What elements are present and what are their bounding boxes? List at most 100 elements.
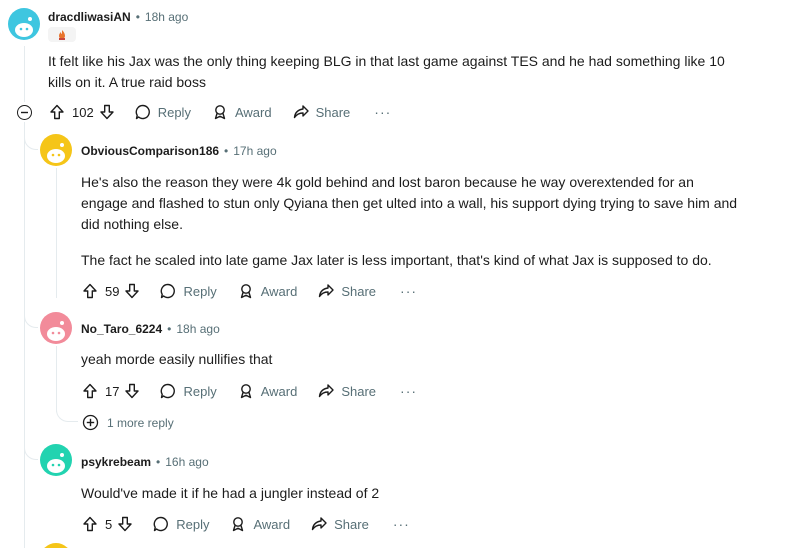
thread-line-level2b[interactable] xyxy=(56,346,57,412)
award-ribbon-icon xyxy=(233,517,244,532)
share-label: Share xyxy=(315,104,351,120)
award-button[interactable]: Award xyxy=(237,282,298,300)
share-arrow-icon xyxy=(311,517,327,531)
reply-label: Reply xyxy=(176,516,210,532)
more-replies-label: 1 more reply xyxy=(107,415,174,430)
more-replies-button[interactable]: 1 more reply xyxy=(82,414,174,431)
separator-dot: • xyxy=(167,322,172,336)
share-button[interactable]: Share xyxy=(317,282,376,300)
snoo-avatar-icon xyxy=(47,321,65,341)
timestamp[interactable]: 17h ago xyxy=(233,144,276,158)
username[interactable]: ObviousComparison186 xyxy=(81,144,219,158)
award-button[interactable]: Award xyxy=(229,515,290,533)
thread-line-root[interactable] xyxy=(24,46,25,102)
comment-body: It felt like his Jax was the only thing … xyxy=(48,53,725,90)
share-button[interactable]: Share xyxy=(310,515,369,533)
reply-label: Reply xyxy=(157,104,191,120)
share-button[interactable]: Share xyxy=(292,103,351,121)
upvote-arrow-icon xyxy=(83,516,97,532)
upvote-arrow-icon xyxy=(83,283,97,299)
comment-meta: No_Taro_6224 • 18h ago xyxy=(81,322,220,336)
award-label: Award xyxy=(253,516,291,532)
reply-label: Reply xyxy=(183,283,217,299)
award-label: Award xyxy=(260,383,298,399)
comment-body: yeah morde easily nullifies that xyxy=(81,351,273,367)
reply-bubble-icon xyxy=(135,104,150,120)
award-label: Award xyxy=(260,283,298,299)
flame-flair-icon xyxy=(59,29,65,40)
avatar[interactable] xyxy=(40,134,72,166)
avatar[interactable] xyxy=(8,8,40,40)
upvote-button[interactable] xyxy=(81,382,99,400)
award-button[interactable]: Award xyxy=(211,103,272,121)
reply-bubble-icon xyxy=(153,516,169,532)
comment-actions: 17 Reply Award Share ··· xyxy=(81,381,417,401)
share-arrow-icon xyxy=(319,384,335,398)
avatar[interactable] xyxy=(40,312,72,344)
vote-count: 59 xyxy=(105,283,120,299)
upvote-arrow-icon xyxy=(50,104,64,120)
reply-button[interactable]: Reply xyxy=(134,103,191,121)
downvote-button[interactable] xyxy=(123,382,141,400)
reply-button[interactable]: Reply xyxy=(159,282,217,300)
username[interactable]: dracdliwasiAN xyxy=(48,10,131,24)
timestamp[interactable]: 16h ago xyxy=(165,455,208,469)
share-label: Share xyxy=(341,283,377,299)
downvote-arrow-icon xyxy=(125,283,140,299)
avatar[interactable] xyxy=(40,444,72,476)
reply-bubble-icon xyxy=(161,383,176,399)
avatar[interactable] xyxy=(40,543,72,548)
thread-connector xyxy=(24,308,38,328)
comment-actions: 5 Reply Award Share ··· xyxy=(81,514,410,534)
thread-connector xyxy=(56,404,78,422)
upvote-button[interactable] xyxy=(81,515,99,533)
comment-body-paragraph: He's also the reason they were 4k gold b… xyxy=(81,174,738,232)
comment-meta: dracdliwasiAN • 18h ago xyxy=(48,10,188,24)
plus-circle-icon xyxy=(82,414,99,431)
downvote-button[interactable] xyxy=(116,515,134,533)
upvote-arrow-icon xyxy=(83,383,97,399)
more-options-button[interactable]: ··· xyxy=(400,283,417,299)
vote-count: 17 xyxy=(105,383,120,399)
share-label: Share xyxy=(341,383,377,399)
username[interactable]: No_Taro_6224 xyxy=(81,322,162,336)
timestamp[interactable]: 18h ago xyxy=(145,10,188,24)
comment-body-paragraph: The fact he scaled into late game Jax la… xyxy=(81,252,712,268)
thread-line-level2[interactable] xyxy=(56,168,57,298)
user-flair-badge xyxy=(48,27,76,42)
snoo-avatar-icon xyxy=(15,17,33,37)
downvote-arrow-icon xyxy=(125,383,140,399)
reply-button[interactable]: Reply xyxy=(159,382,217,400)
downvote-button[interactable] xyxy=(98,103,116,121)
username[interactable]: psykrebeam xyxy=(81,455,151,469)
timestamp[interactable]: 18h ago xyxy=(176,322,219,336)
award-label: Award xyxy=(234,104,272,120)
comment-meta: psykrebeam • 16h ago xyxy=(81,455,209,469)
upvote-button[interactable] xyxy=(81,282,99,300)
share-button[interactable]: Share xyxy=(317,382,376,400)
more-options-button[interactable]: ··· xyxy=(374,104,391,120)
thread-connector xyxy=(24,130,38,150)
award-ribbon-icon xyxy=(240,284,251,299)
downvote-button[interactable] xyxy=(123,282,141,300)
thread-line-root-lower[interactable] xyxy=(24,122,25,548)
reply-bubble-icon xyxy=(161,283,176,299)
snoo-avatar-icon xyxy=(47,143,65,163)
downvote-arrow-icon xyxy=(118,516,132,532)
upvote-button[interactable] xyxy=(48,103,66,121)
comment-meta: ObviousComparison186 • 17h ago xyxy=(81,144,277,158)
share-arrow-icon xyxy=(319,284,335,298)
award-button[interactable]: Award xyxy=(237,382,298,400)
comment-actions: 102 Reply Award Share ··· xyxy=(48,102,391,122)
thread-connector xyxy=(24,440,38,460)
collapse-thread-button[interactable] xyxy=(17,105,32,120)
reply-button[interactable]: Reply xyxy=(152,515,209,533)
more-options-button[interactable]: ··· xyxy=(393,516,410,532)
separator-dot: • xyxy=(135,10,140,24)
more-options-button[interactable]: ··· xyxy=(400,383,417,399)
downvote-arrow-icon xyxy=(100,104,114,120)
comment-actions: 59 Reply Award Share ··· xyxy=(81,281,417,301)
award-ribbon-icon xyxy=(240,384,251,399)
vote-count: 102 xyxy=(72,104,94,120)
share-label: Share xyxy=(334,516,369,532)
